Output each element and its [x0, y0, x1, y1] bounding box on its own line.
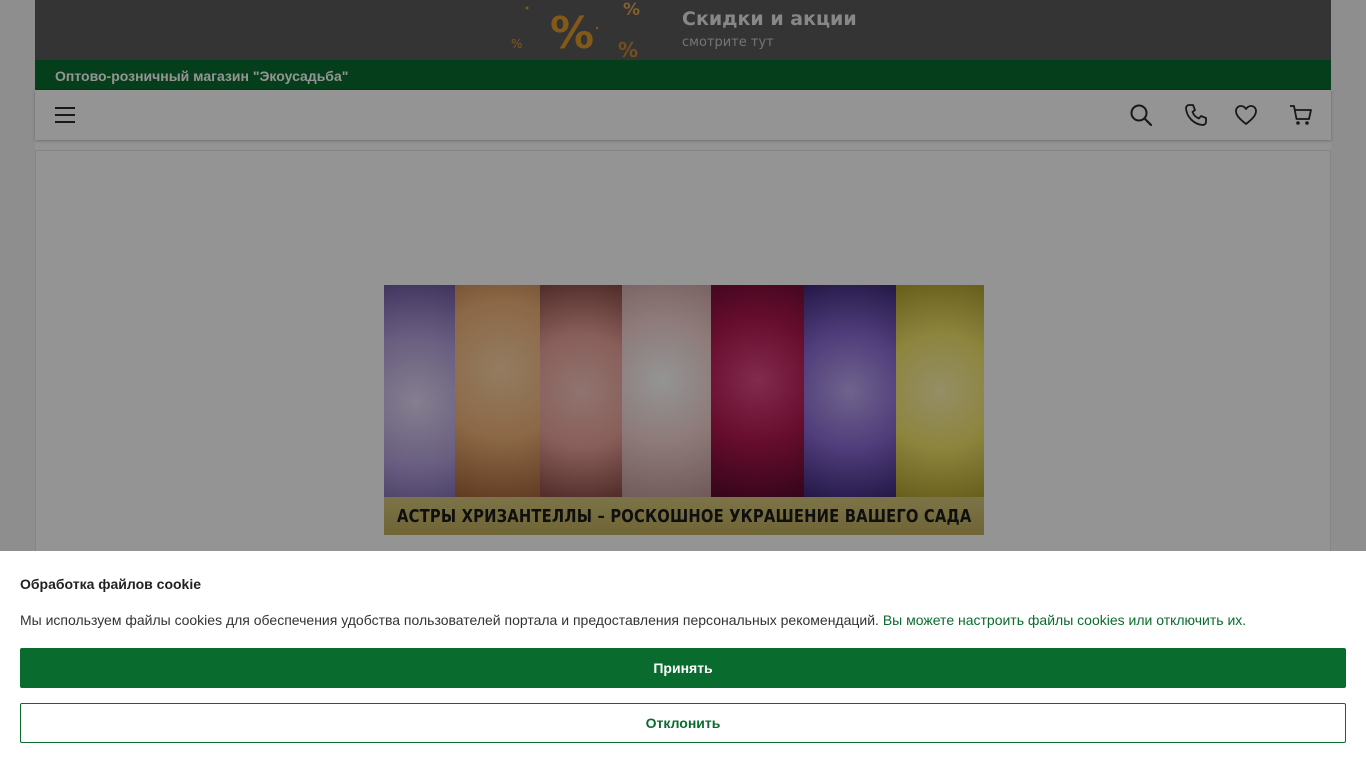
cookie-title: Обработка файлов cookie — [20, 576, 202, 592]
cookie-description: Мы используем файлы cookies для обеспече… — [20, 612, 883, 628]
cookie-text-line: Мы используем файлы cookies для обеспече… — [20, 612, 1246, 628]
decline-cookies-button[interactable]: Отклонить — [20, 703, 1346, 743]
cookie-consent-panel: Обработка файлов cookie Мы используем фа… — [0, 551, 1366, 768]
cookie-settings-link[interactable]: Вы можете настроить файлы cookies или от… — [883, 612, 1246, 628]
accept-cookies-button[interactable]: Принять — [20, 648, 1346, 688]
